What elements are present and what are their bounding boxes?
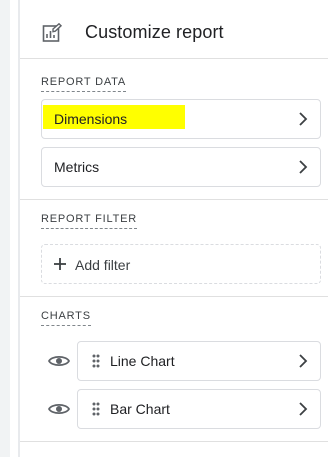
section-divider xyxy=(20,296,328,297)
chevron-right-icon xyxy=(299,112,308,126)
add-filter-button[interactable]: Add filter xyxy=(41,244,321,284)
report-data-label: REPORT DATA xyxy=(41,76,126,92)
chevron-right-icon xyxy=(299,354,308,368)
bar-chart-row[interactable]: Bar Chart xyxy=(77,389,321,429)
add-filter-label: Add filter xyxy=(75,257,131,273)
section-divider xyxy=(20,441,328,442)
left-rail xyxy=(0,0,10,457)
bar-chart-label: Bar Chart xyxy=(110,401,170,417)
metrics-row[interactable]: Metrics xyxy=(41,147,321,187)
drag-handle-icon[interactable] xyxy=(92,354,100,368)
chevron-right-icon xyxy=(299,402,308,416)
metrics-label: Metrics xyxy=(54,159,100,175)
line-chart-row[interactable]: Line Chart xyxy=(77,341,321,381)
dimensions-row[interactable]: Dimensions xyxy=(41,99,321,139)
customize-report-panel: Customize report REPORT DATA Dimensions … xyxy=(20,0,328,457)
report-filter-label: REPORT FILTER xyxy=(41,213,137,229)
dimensions-label: Dimensions xyxy=(54,111,128,127)
line-chart-label: Line Chart xyxy=(110,353,175,369)
page-title: Customize report xyxy=(85,22,224,42)
drag-handle-icon[interactable] xyxy=(92,402,100,416)
edit-report-icon xyxy=(42,23,62,42)
customize-report-frame: Customize report REPORT DATA Dimensions … xyxy=(0,0,328,457)
plus-icon xyxy=(54,258,66,270)
panel-header: Customize report xyxy=(20,0,328,59)
charts-label: CHARTS xyxy=(41,310,91,326)
eye-icon[interactable] xyxy=(48,402,70,416)
chevron-right-icon xyxy=(299,160,308,174)
section-divider xyxy=(20,199,328,200)
eye-icon[interactable] xyxy=(48,354,70,368)
